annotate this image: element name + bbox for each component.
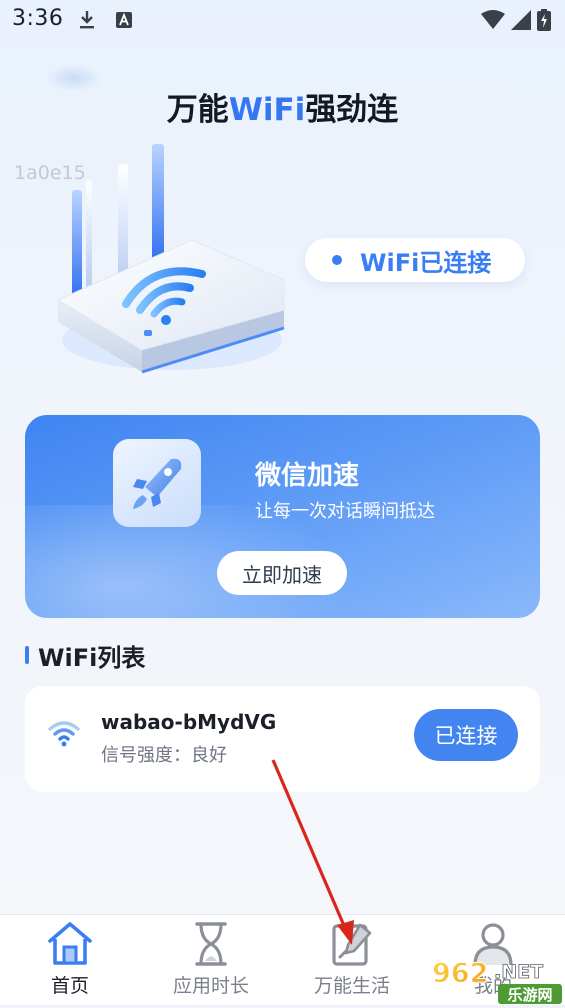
nav-label-life: 万能生活: [313, 975, 390, 997]
promo-subtitle: 让每一次对话瞬间抵达: [255, 501, 435, 522]
boost-now-button[interactable]: 立即加速: [217, 551, 347, 595]
wifi-list-title: WiFi列表: [38, 644, 146, 672]
nav-item-life[interactable]: 万能生活: [282, 915, 422, 1005]
app-title: 万能WiFi强劲连: [0, 84, 565, 129]
nav-item-app-usage[interactable]: 应用时长: [141, 915, 281, 1005]
a-letter-icon: [116, 12, 132, 32]
wifi-signal-icon: [481, 10, 505, 34]
status-time: 3:36: [12, 6, 64, 31]
hourglass-icon: [191, 921, 231, 971]
wifi-connected-text: WiFi已连接: [360, 248, 492, 277]
nav-item-home[interactable]: 首页: [0, 915, 140, 1005]
svg-text:.NET: .NET: [494, 961, 543, 983]
svg-text:962: 962: [432, 958, 488, 989]
connected-button[interactable]: 已连接: [414, 709, 518, 761]
tablet-pen-icon: [330, 921, 374, 971]
status-dot-icon: [332, 255, 342, 265]
site-watermark: 962 .NET 乐游网: [430, 950, 565, 1004]
nav-label-app-usage: 应用时长: [172, 975, 249, 997]
promo-title: 微信加速: [255, 461, 360, 491]
app-title-suffix: 强劲连: [305, 92, 399, 128]
download-icon: [78, 10, 96, 34]
wifi-name: wabao-bMydVG: [101, 710, 277, 734]
wechat-boost-card: 微信加速 让每一次对话瞬间抵达 立即加速: [25, 415, 540, 618]
svg-text:乐游网: 乐游网: [507, 986, 552, 1004]
battery-charging-icon: [537, 9, 551, 35]
nav-label-home: 首页: [50, 975, 89, 997]
app-title-accent: WiFi: [228, 92, 306, 128]
wifi-list-item[interactable]: wabao-bMydVG 信号强度：良好 已连接: [25, 686, 540, 792]
section-marker: [25, 646, 29, 664]
wifi-signal-strength: 信号强度：良好: [101, 745, 227, 766]
status-bar: 3:36: [0, 0, 565, 40]
router-illustration: [52, 140, 292, 390]
wifi-icon: [47, 718, 81, 752]
cell-signal-icon: [511, 10, 531, 34]
rocket-icon: [113, 439, 201, 527]
wifi-connected-pill: WiFi已连接: [305, 238, 525, 282]
app-title-prefix: 万能: [166, 92, 229, 128]
home-icon: [46, 921, 94, 971]
